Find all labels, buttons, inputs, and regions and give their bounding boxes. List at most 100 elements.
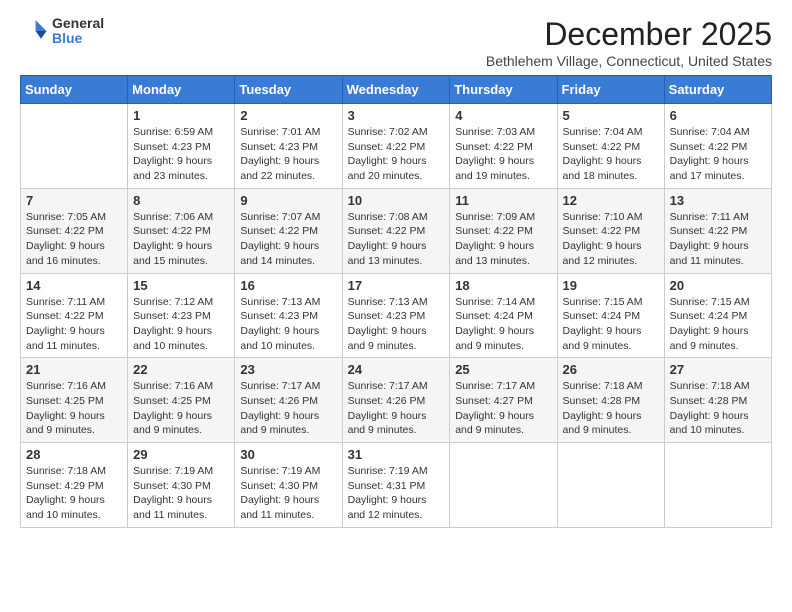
cell-content: Sunrise: 7:13 AMSunset: 4:23 PMDaylight:… [240,295,336,354]
day-number: 2 [240,108,336,123]
calendar-cell-5-7 [664,443,771,528]
cell-content: Sunrise: 7:10 AMSunset: 4:22 PMDaylight:… [563,210,659,269]
cell-content: Sunrise: 7:19 AMSunset: 4:31 PMDaylight:… [348,464,445,523]
calendar-week-2: 7 Sunrise: 7:05 AMSunset: 4:22 PMDaylight… [21,188,772,273]
cell-content: Sunrise: 7:18 AMSunset: 4:28 PMDaylight:… [670,379,766,438]
cell-content: Sunrise: 7:17 AMSunset: 4:26 PMDaylight:… [348,379,445,438]
calendar-cell-1-7: 6 Sunrise: 7:04 AMSunset: 4:22 PMDaylight… [664,104,771,189]
calendar-table: SundayMondayTuesdayWednesdayThursdayFrid… [20,75,772,528]
day-number: 9 [240,193,336,208]
cell-content: Sunrise: 7:08 AMSunset: 4:22 PMDaylight:… [348,210,445,269]
cell-content: Sunrise: 7:04 AMSunset: 4:22 PMDaylight:… [563,125,659,184]
day-number: 23 [240,362,336,377]
cell-content: Sunrise: 6:59 AMSunset: 4:23 PMDaylight:… [133,125,229,184]
calendar-cell-3-1: 14 Sunrise: 7:11 AMSunset: 4:22 PMDayligh… [21,273,128,358]
cell-content: Sunrise: 7:11 AMSunset: 4:22 PMDaylight:… [670,210,766,269]
logo-general-text: General [52,16,104,31]
day-number: 10 [348,193,445,208]
day-number: 3 [348,108,445,123]
cell-content: Sunrise: 7:11 AMSunset: 4:22 PMDaylight:… [26,295,122,354]
day-number: 31 [348,447,445,462]
cell-content: Sunrise: 7:02 AMSunset: 4:22 PMDaylight:… [348,125,445,184]
cell-content: Sunrise: 7:13 AMSunset: 4:23 PMDaylight:… [348,295,445,354]
weekday-header-row: SundayMondayTuesdayWednesdayThursdayFrid… [21,76,772,104]
calendar-cell-3-6: 19 Sunrise: 7:15 AMSunset: 4:24 PMDayligh… [557,273,664,358]
weekday-header-tuesday: Tuesday [235,76,342,104]
calendar-cell-4-6: 26Sunrise: 7:18 AMSunset: 4:28 PMDayligh… [557,358,664,443]
calendar-cell-3-2: 15Sunrise: 7:12 AMSunset: 4:23 PMDayligh… [128,273,235,358]
cell-content: Sunrise: 7:05 AMSunset: 4:22 PMDaylight:… [26,210,122,269]
day-number: 12 [563,193,659,208]
cell-content: Sunrise: 7:16 AMSunset: 4:25 PMDaylight:… [26,379,122,438]
calendar-cell-5-2: 29 Sunrise: 7:19 AMSunset: 4:30 PMDayligh… [128,443,235,528]
day-number: 24 [348,362,445,377]
calendar-cell-2-4: 10 Sunrise: 7:08 AMSunset: 4:22 PMDayligh… [342,188,450,273]
cell-content: Sunrise: 7:06 AMSunset: 4:22 PMDaylight:… [133,210,229,269]
calendar-week-3: 14 Sunrise: 7:11 AMSunset: 4:22 PMDayligh… [21,273,772,358]
calendar-week-4: 21 Sunrise: 7:16 AMSunset: 4:25 PMDayligh… [21,358,772,443]
calendar-cell-5-3: 30 Sunrise: 7:19 AMSunset: 4:30 PMDayligh… [235,443,342,528]
day-number: 16 [240,278,336,293]
calendar-cell-2-6: 12 Sunrise: 7:10 AMSunset: 4:22 PMDayligh… [557,188,664,273]
calendar-cell-2-5: 11 Sunrise: 7:09 AMSunset: 4:22 PMDayligh… [450,188,557,273]
cell-content: Sunrise: 7:03 AMSunset: 4:22 PMDaylight:… [455,125,551,184]
calendar-title: December 2025 [486,16,772,53]
cell-content: Sunrise: 7:17 AMSunset: 4:27 PMDaylight:… [455,379,551,438]
cell-content: Sunrise: 7:04 AMSunset: 4:22 PMDaylight:… [670,125,766,184]
weekday-header-wednesday: Wednesday [342,76,450,104]
day-number: 17 [348,278,445,293]
cell-content: Sunrise: 7:14 AMSunset: 4:24 PMDaylight:… [455,295,551,354]
calendar-cell-4-3: 23 Sunrise: 7:17 AMSunset: 4:26 PMDayligh… [235,358,342,443]
weekday-header-thursday: Thursday [450,76,557,104]
cell-content: Sunrise: 7:01 AMSunset: 4:23 PMDaylight:… [240,125,336,184]
day-number: 29 [133,447,229,462]
calendar-week-1: 1 Sunrise: 6:59 AMSunset: 4:23 PMDaylight… [21,104,772,189]
calendar-cell-3-5: 18Sunrise: 7:14 AMSunset: 4:24 PMDayligh… [450,273,557,358]
cell-content: Sunrise: 7:15 AMSunset: 4:24 PMDaylight:… [670,295,766,354]
day-number: 28 [26,447,122,462]
calendar-cell-5-4: 31 Sunrise: 7:19 AMSunset: 4:31 PMDayligh… [342,443,450,528]
calendar-cell-4-5: 25 Sunrise: 7:17 AMSunset: 4:27 PMDayligh… [450,358,557,443]
day-number: 13 [670,193,766,208]
calendar-cell-4-1: 21 Sunrise: 7:16 AMSunset: 4:25 PMDayligh… [21,358,128,443]
calendar-cell-4-2: 22Sunrise: 7:16 AMSunset: 4:25 PMDayligh… [128,358,235,443]
day-number: 27 [670,362,766,377]
cell-content: Sunrise: 7:19 AMSunset: 4:30 PMDaylight:… [240,464,336,523]
calendar-cell-1-1 [21,104,128,189]
day-number: 19 [563,278,659,293]
day-number: 30 [240,447,336,462]
calendar-cell-1-5: 4 Sunrise: 7:03 AMSunset: 4:22 PMDaylight… [450,104,557,189]
day-number: 21 [26,362,122,377]
calendar-cell-2-3: 9Sunrise: 7:07 AMSunset: 4:22 PMDaylight… [235,188,342,273]
title-block: December 2025 Bethlehem Village, Connect… [486,16,772,69]
day-number: 11 [455,193,551,208]
cell-content: Sunrise: 7:15 AMSunset: 4:24 PMDaylight:… [563,295,659,354]
day-number: 20 [670,278,766,293]
day-number: 7 [26,193,122,208]
calendar-cell-2-1: 7 Sunrise: 7:05 AMSunset: 4:22 PMDaylight… [21,188,128,273]
cell-content: Sunrise: 7:17 AMSunset: 4:26 PMDaylight:… [240,379,336,438]
weekday-header-friday: Friday [557,76,664,104]
day-number: 22 [133,362,229,377]
day-number: 4 [455,108,551,123]
weekday-header-saturday: Saturday [664,76,771,104]
weekday-header-monday: Monday [128,76,235,104]
cell-content: Sunrise: 7:18 AMSunset: 4:28 PMDaylight:… [563,379,659,438]
calendar-cell-1-2: 1 Sunrise: 6:59 AMSunset: 4:23 PMDaylight… [128,104,235,189]
cell-content: Sunrise: 7:19 AMSunset: 4:30 PMDaylight:… [133,464,229,523]
day-number: 8 [133,193,229,208]
weekday-header-sunday: Sunday [21,76,128,104]
day-number: 1 [133,108,229,123]
page-header: General Blue December 2025 Bethlehem Vil… [20,16,772,69]
cell-content: Sunrise: 7:18 AMSunset: 4:29 PMDaylight:… [26,464,122,523]
calendar-cell-3-4: 17 Sunrise: 7:13 AMSunset: 4:23 PMDayligh… [342,273,450,358]
calendar-cell-5-1: 28 Sunrise: 7:18 AMSunset: 4:29 PMDayligh… [21,443,128,528]
cell-content: Sunrise: 7:09 AMSunset: 4:22 PMDaylight:… [455,210,551,269]
day-number: 14 [26,278,122,293]
calendar-subtitle: Bethlehem Village, Connecticut, United S… [486,53,772,69]
day-number: 5 [563,108,659,123]
day-number: 6 [670,108,766,123]
logo-blue-text: Blue [52,31,104,46]
day-number: 25 [455,362,551,377]
calendar-cell-2-7: 13 Sunrise: 7:11 AMSunset: 4:22 PMDayligh… [664,188,771,273]
